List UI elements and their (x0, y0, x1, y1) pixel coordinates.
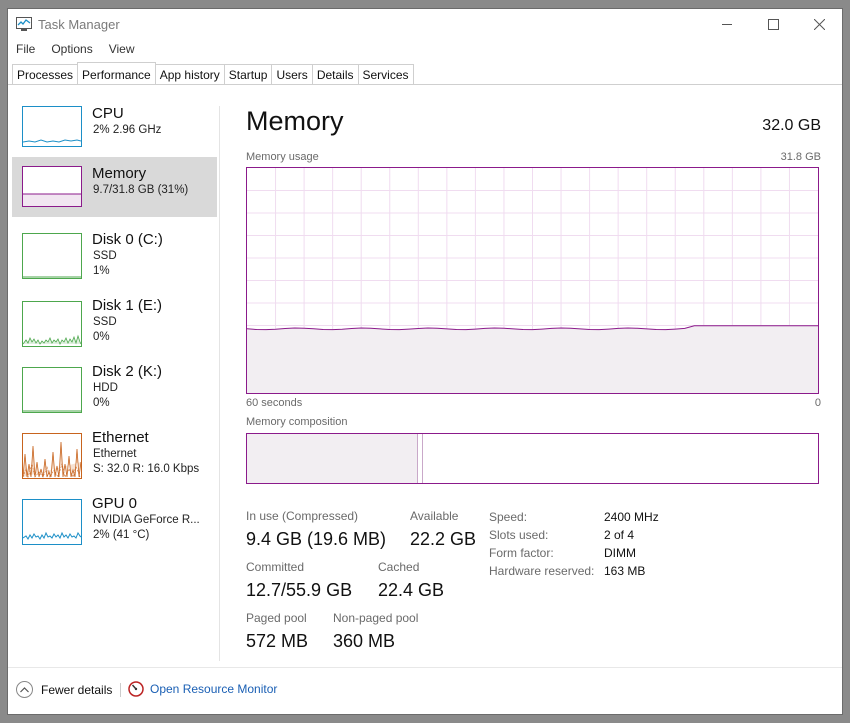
cpu-thumbnail-graph (22, 106, 82, 147)
cached-label: Cached (378, 560, 420, 574)
chevron-up-icon (16, 681, 33, 698)
memory-thumbnail-graph (22, 166, 82, 207)
sidebar-item-subtitle: 2% 2.96 GHz (93, 124, 162, 136)
speed-label: Speed: (489, 510, 528, 524)
committed-label: Committed (246, 560, 305, 574)
hardware-reserved-value: 163 MB (604, 564, 646, 578)
sidebar-item-subtitle: Ethernet (93, 448, 137, 460)
fewer-details-button[interactable]: Fewer details (16, 681, 112, 698)
maximize-button[interactable] (750, 9, 796, 39)
tab-users[interactable]: Users (271, 64, 313, 85)
in-use-label: In use (Compressed) (246, 509, 359, 523)
fewer-details-label: Fewer details (41, 682, 113, 697)
disk-2-thumbnail-graph (22, 367, 82, 413)
form-factor-label: Form factor: (489, 546, 554, 560)
sidebar-item-subtitle: 0% (93, 397, 110, 409)
tab-startup[interactable]: Startup (223, 64, 273, 85)
sidebar-item-subtitle: 9.7/31.8 GB (31%) (93, 184, 189, 196)
tab-details[interactable]: Details (311, 64, 359, 85)
sidebar-item-disk-0[interactable]: Disk 0 (C:) SSD 1% (12, 223, 217, 283)
disk-0-thumbnail-graph (22, 233, 82, 279)
sidebar-item-title: Ethernet (92, 429, 149, 446)
menu-bar: File Options View (8, 40, 143, 60)
sidebar-item-title: Disk 0 (C:) (92, 231, 163, 248)
ethernet-thumbnail-graph (22, 433, 82, 479)
close-icon (813, 18, 825, 30)
sidebar-item-subtitle: SSD (93, 316, 117, 328)
sidebar-item-subtitle: HDD (93, 382, 118, 394)
sidebar-item-ethernet[interactable]: Ethernet Ethernet S: 32.0 R: 16.0 Kbps (12, 421, 217, 481)
footer-divider (8, 667, 842, 668)
gpu-0-thumbnail-graph (22, 499, 82, 545)
minimize-icon (721, 23, 732, 25)
sidebar-item-title: GPU 0 (92, 495, 138, 512)
tab-performance[interactable]: Performance (77, 62, 156, 84)
sidebar-item-title: Disk 2 (K:) (92, 363, 163, 380)
sidebar-item-subtitle: SSD (93, 250, 117, 262)
close-button[interactable] (796, 9, 842, 39)
tab-app-history[interactable]: App history (154, 64, 225, 85)
menu-view[interactable]: View (101, 40, 143, 60)
sidebar-item-subtitle: 1% (93, 265, 110, 277)
memory-usage-label: Memory usage (246, 151, 319, 163)
menu-file[interactable]: File (8, 40, 43, 60)
available-value: 22.2 GB (410, 529, 477, 549)
sidebar-item-gpu-0[interactable]: GPU 0 NVIDIA GeForce R... 2% (41 °C) (12, 487, 217, 547)
title-bar: Task Manager (8, 9, 842, 39)
memory-composition-bar (246, 433, 819, 484)
sidebar-divider (219, 106, 220, 661)
window-title: Task Manager (38, 17, 120, 32)
footer-separator (120, 683, 121, 697)
cached-value: 22.4 GB (378, 580, 445, 600)
in-use-value: 9.4 GB (19.6 MB) (246, 529, 387, 549)
x-axis-left-label: 60 seconds (246, 397, 303, 409)
resource-monitor-icon (128, 681, 144, 697)
memory-usage-graph-svg (246, 168, 818, 393)
menu-options[interactable]: Options (43, 40, 100, 60)
memory-usage-area (247, 325, 818, 393)
committed-value: 12.7/55.9 GB (246, 580, 353, 600)
x-axis-right-label: 0 (814, 397, 821, 409)
non-paged-pool-value: 360 MB (333, 631, 396, 651)
sidebar-item-disk-2[interactable]: Disk 2 (K:) HDD 0% (12, 355, 217, 415)
speed-value: 2400 MHz (604, 510, 659, 524)
sidebar-item-subtitle: 0% (93, 331, 110, 343)
task-manager-window: Task Manager File Options View Processes… (7, 8, 843, 715)
sidebar-item-disk-1[interactable]: Disk 1 (E:) SSD 0% (12, 289, 217, 349)
sidebar-item-title: Memory (92, 165, 147, 182)
memory-total: 32.0 GB (762, 117, 821, 134)
open-resource-monitor-label: Open Resource Monitor (150, 682, 278, 696)
paged-pool-value: 572 MB (246, 631, 309, 651)
memory-usage-max: 31.8 GB (780, 151, 821, 163)
sidebar-item-subtitle: 2% (41 °C) (93, 529, 150, 541)
composition-modified-segment (419, 434, 424, 483)
slots-used-value: 2 of 4 (604, 528, 635, 542)
sidebar-item-subtitle: NVIDIA GeForce R... (93, 514, 200, 526)
composition-in-use-segment (247, 434, 419, 483)
disk-1-thumbnail-graph (22, 301, 82, 347)
maximize-icon (767, 18, 779, 30)
tab-services[interactable]: Services (357, 64, 414, 85)
slots-used-label: Slots used: (489, 528, 549, 542)
tab-divider (8, 84, 842, 85)
available-label: Available (410, 509, 459, 523)
paged-pool-label: Paged pool (246, 611, 307, 625)
memory-composition-label: Memory composition (246, 416, 348, 428)
sidebar-item-memory[interactable]: Memory 9.7/31.8 GB (31%) (12, 157, 217, 217)
sidebar-item-title: CPU (92, 105, 124, 122)
tab-strip: Processes Performance App history Startu… (12, 62, 414, 85)
tab-processes[interactable]: Processes (12, 64, 79, 85)
sidebar-item-title: Disk 1 (E:) (92, 297, 163, 314)
form-factor-value: DIMM (604, 546, 636, 560)
hardware-reserved-label: Hardware reserved: (489, 564, 595, 578)
minimize-button[interactable] (704, 9, 750, 39)
page-title: Memory (246, 106, 344, 136)
non-paged-pool-label: Non-paged pool (333, 611, 419, 625)
memory-usage-graph (246, 167, 819, 394)
sidebar-item-cpu[interactable]: CPU 2% 2.96 GHz (12, 97, 217, 157)
sidebar-item-subtitle: S: 32.0 R: 16.0 Kbps (93, 463, 200, 475)
open-resource-monitor-link[interactable]: Open Resource Monitor (128, 681, 277, 697)
task-manager-app-icon (16, 17, 32, 31)
